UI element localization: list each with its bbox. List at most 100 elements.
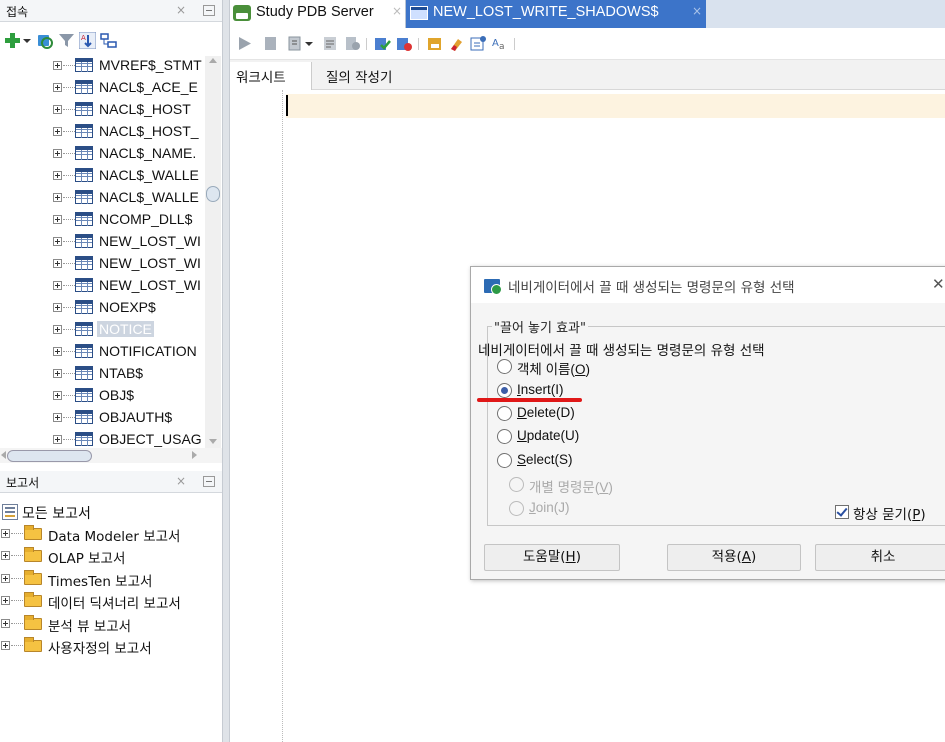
expand-icon[interactable]	[1, 618, 10, 628]
refresh-icon[interactable]	[36, 32, 53, 49]
expand-icon[interactable]	[53, 171, 62, 180]
expand-icon[interactable]	[1, 596, 10, 606]
panel-minimize-icon[interactable]	[203, 476, 215, 487]
tree-table-item[interactable]: NACL$_ACE_E	[0, 77, 205, 99]
scroll-down-arrow-icon[interactable]	[209, 439, 217, 444]
tree-table-item[interactable]: NACL$_HOST	[0, 99, 205, 121]
clear-eraser-icon[interactable]	[448, 35, 465, 52]
connections-toolbar: A	[0, 24, 222, 58]
help-button[interactable]: 도움말(H)	[484, 544, 620, 571]
tree-table-item[interactable]: OBJECT_USAG	[0, 429, 205, 448]
expand-icon[interactable]	[53, 369, 62, 378]
radio-button[interactable]	[497, 429, 512, 444]
tab-study-pdb-server[interactable]: Study PDB Server ×	[230, 0, 406, 28]
tree-connector	[11, 600, 23, 602]
close-icon[interactable]: ✕	[932, 275, 945, 293]
commit-transaction-icon[interactable]	[374, 35, 391, 52]
dropdown-arrow-icon[interactable]	[304, 35, 314, 52]
expand-icon[interactable]	[53, 259, 62, 268]
scroll-right-arrow-icon[interactable]	[192, 451, 197, 459]
panel-close-icon[interactable]: ×	[176, 474, 186, 488]
radio-button[interactable]	[497, 359, 512, 374]
tree-table-item[interactable]: NACL$_NAME.	[0, 143, 205, 165]
expand-icon[interactable]	[53, 413, 62, 422]
expand-icon[interactable]	[53, 105, 62, 114]
explain-plan-icon[interactable]	[322, 35, 339, 52]
filter-icon[interactable]	[58, 32, 75, 49]
tree-table-item[interactable]: NACL$_HOST_	[0, 121, 205, 143]
rollback-icon[interactable]	[396, 35, 413, 52]
tree-table-item[interactable]: MVREF$_STMT	[0, 56, 205, 77]
tab-close-icon[interactable]: ×	[392, 4, 402, 18]
expand-icon[interactable]	[53, 281, 62, 290]
scroll-thumb[interactable]	[206, 186, 220, 202]
tree-table-item[interactable]: NEW_LOST_WI	[0, 275, 205, 297]
expand-icon[interactable]	[1, 529, 10, 538]
tree-table-item[interactable]: NEW_LOST_WI	[0, 231, 205, 253]
expand-icon[interactable]	[53, 237, 62, 246]
tab-close-icon[interactable]: ×	[692, 4, 702, 18]
tab-new-lost-write-shadows[interactable]: NEW_LOST_WRITE_SHADOWS$ ×	[406, 0, 706, 28]
horizontal-scroll-thumb[interactable]	[7, 450, 92, 462]
tree-table-item[interactable]: OBJAUTH$	[0, 407, 205, 429]
autotrace-icon[interactable]	[344, 35, 361, 52]
expand-icon[interactable]	[53, 193, 62, 202]
sql-history-icon[interactable]	[426, 35, 443, 52]
expand-icon[interactable]	[53, 83, 62, 92]
checkbox-checked-icon[interactable]	[835, 505, 849, 519]
expand-icon[interactable]	[1, 573, 10, 583]
report-folder-item[interactable]: Data Modeler 보고서	[0, 523, 222, 545]
commit-icon[interactable]	[286, 35, 303, 52]
tree-table-item[interactable]: NTAB$	[0, 363, 205, 385]
expand-icon[interactable]	[53, 347, 62, 356]
report-folder-item[interactable]: TimesTen 보고서	[0, 568, 222, 590]
expand-icon[interactable]	[53, 325, 62, 334]
dropdown-arrow-icon[interactable]	[22, 32, 32, 49]
radio-button[interactable]	[497, 453, 512, 468]
tree-table-item[interactable]: NEW_LOST_WI	[0, 253, 205, 275]
panel-splitter[interactable]	[222, 0, 230, 742]
tree-table-item[interactable]: OBJ$	[0, 385, 205, 407]
scroll-up-arrow-icon[interactable]	[209, 58, 217, 63]
radio-button[interactable]	[497, 406, 512, 421]
radio-button[interactable]	[497, 383, 512, 398]
tab-query-builder[interactable]: 질의 작성기	[320, 62, 410, 90]
to-upper-lower-case-icon[interactable]: Aa	[492, 35, 509, 52]
tab-worksheet[interactable]: 워크시트	[230, 62, 312, 90]
add-connection-icon[interactable]	[4, 32, 21, 49]
expand-icon[interactable]	[53, 61, 62, 70]
tree-table-item[interactable]: NCOMP_DLL$	[0, 209, 205, 231]
tree-item-label: NEW_LOST_WI	[99, 233, 201, 249]
sql-tuning-advisor-icon[interactable]	[470, 35, 487, 52]
report-folder-item[interactable]: 사용자정의 보고서	[0, 635, 222, 657]
expand-icon[interactable]	[53, 215, 62, 224]
tree-table-item[interactable]: NOTIFICATION	[0, 341, 205, 363]
panel-minimize-icon[interactable]	[203, 5, 215, 16]
expand-icon[interactable]	[53, 303, 62, 312]
run-statement-icon[interactable]	[236, 35, 253, 52]
tree-table-item[interactable]: NACL$_WALLE	[0, 165, 205, 187]
tree-horizontal-scrollbar[interactable]	[0, 448, 222, 463]
expand-icon[interactable]	[53, 127, 62, 136]
run-script-icon[interactable]	[262, 35, 279, 52]
apply-button[interactable]: 적용(A)	[667, 544, 801, 571]
expand-icon[interactable]	[1, 641, 10, 650]
expand-icon[interactable]	[1, 551, 10, 561]
tree-table-item[interactable]: NACL$_WALLE	[0, 187, 205, 209]
report-folder-item[interactable]: 데이터 딕셔너리 보고서	[0, 590, 222, 612]
reports-root-item[interactable]: 모든 보고서	[0, 501, 222, 523]
report-folder-item[interactable]: 분석 뷰 보고서	[0, 613, 222, 635]
scroll-left-arrow-icon[interactable]	[1, 451, 6, 459]
expand-icon[interactable]	[53, 149, 62, 158]
panel-close-icon[interactable]: ×	[176, 3, 186, 17]
tree-table-item[interactable]: NOTICE	[0, 319, 205, 341]
report-folder-item[interactable]: OLAP 보고서	[0, 545, 222, 567]
expand-icon[interactable]	[53, 435, 62, 444]
text-caret	[286, 95, 288, 116]
expand-icon[interactable]	[53, 391, 62, 400]
tree-view-icon[interactable]	[100, 32, 117, 49]
cancel-button[interactable]: 취소	[815, 544, 945, 571]
schema-browser-icon[interactable]: A	[79, 32, 96, 49]
tree-vertical-scrollbar[interactable]	[205, 56, 221, 448]
tree-table-item[interactable]: NOEXP$	[0, 297, 205, 319]
